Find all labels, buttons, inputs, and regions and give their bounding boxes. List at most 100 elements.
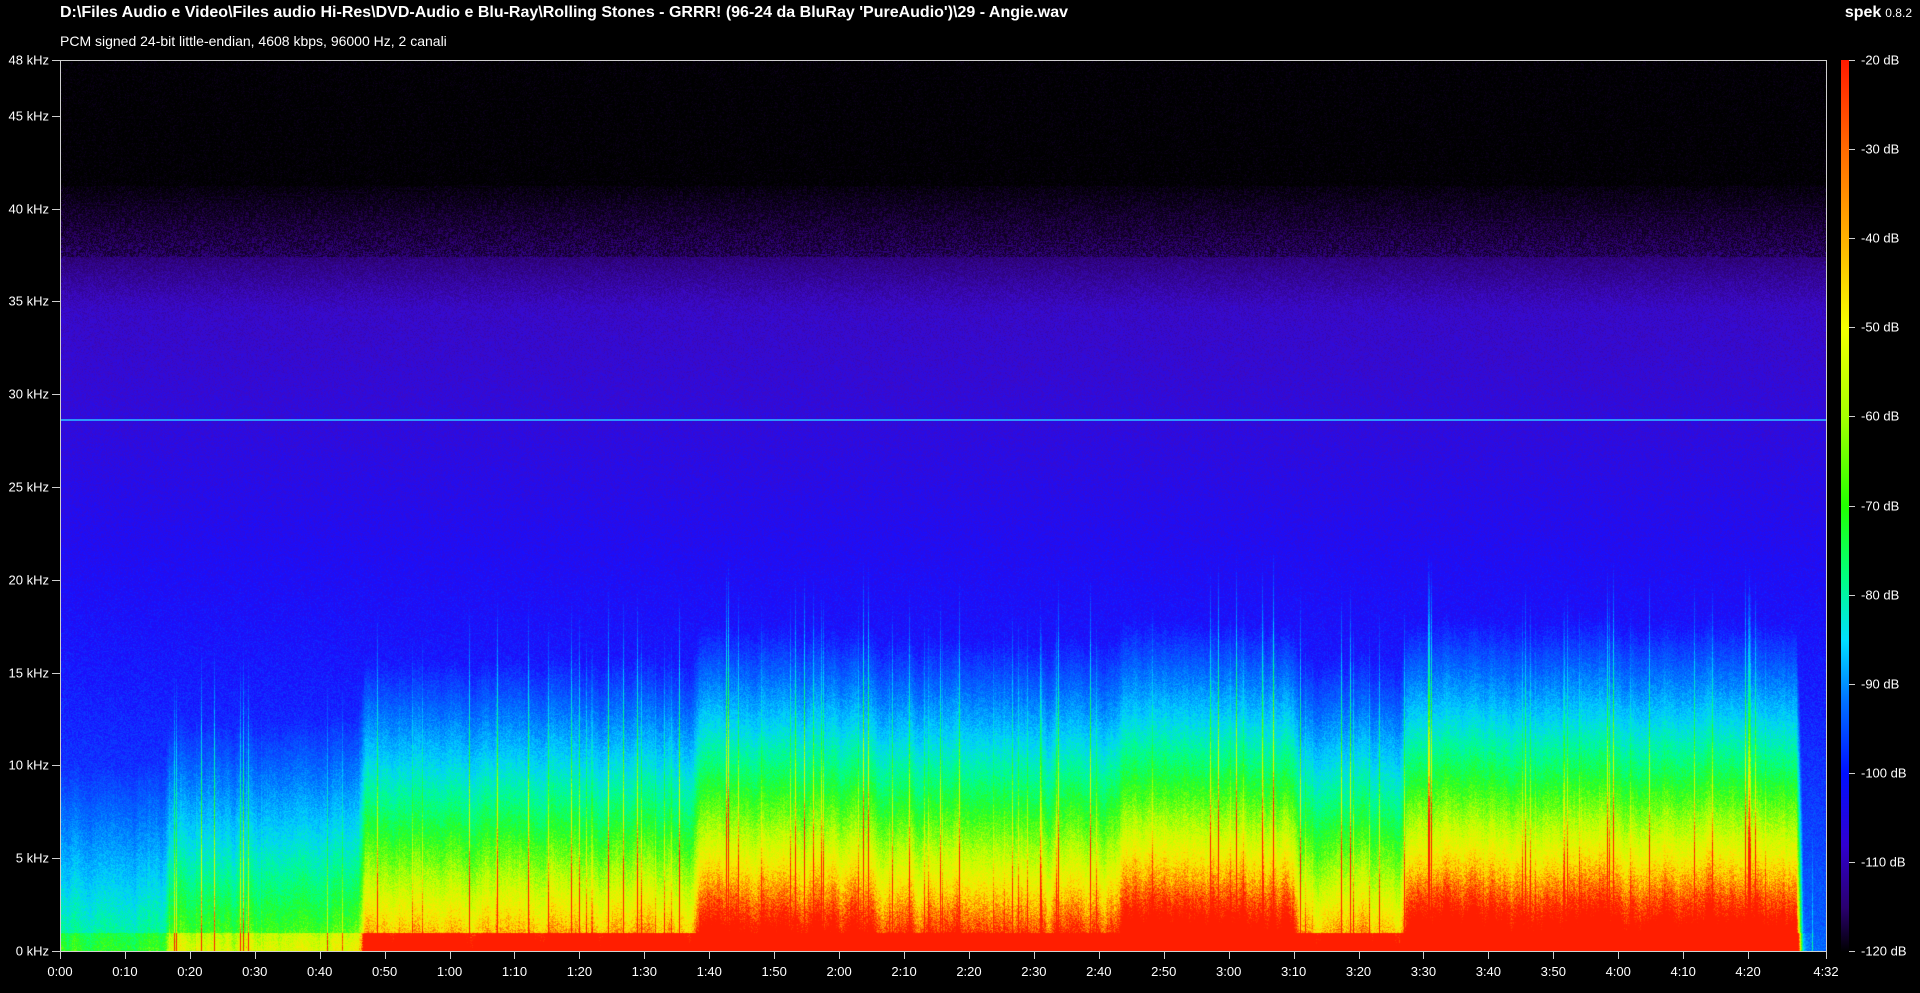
time-tick (839, 952, 840, 959)
frequency-tick (52, 765, 60, 766)
time-tick-label: 4:00 (1605, 964, 1631, 979)
time-tick-label: 0:30 (242, 964, 268, 979)
frequency-tick (52, 487, 60, 488)
db-tick-label: -60 dB (1861, 408, 1900, 424)
time-tick (1553, 952, 1554, 959)
time-tick (969, 952, 970, 959)
file-path-title: D:\Files Audio e Video\Files audio Hi-Re… (60, 4, 1069, 21)
time-tick-label: 2:00 (826, 964, 852, 979)
time-tick-label: 3:40 (1475, 964, 1502, 979)
time-tick (1359, 952, 1360, 959)
time-tick-label: 0:50 (371, 964, 398, 979)
db-tick (1849, 416, 1855, 417)
frequency-tick (52, 60, 60, 61)
frequency-tick (52, 301, 60, 302)
time-tick-label: 1:40 (696, 964, 722, 979)
time-tick (774, 952, 775, 959)
spectrogram-canvas (61, 61, 1826, 951)
time-tick (190, 952, 191, 959)
tone-line (61, 418, 1826, 421)
frequency-tick-label: 35 kHz (8, 293, 49, 309)
time-tick (709, 952, 710, 959)
frequency-tick (52, 394, 60, 395)
app-name-label: spek (1844, 4, 1882, 21)
time-tick (1099, 952, 1100, 959)
frequency-tick (52, 673, 60, 674)
time-tick (579, 952, 580, 959)
time-tick (1423, 952, 1424, 959)
time-tick-label: 4:20 (1735, 964, 1761, 979)
time-tick (644, 952, 645, 959)
frequency-tick (52, 858, 60, 859)
time-tick-label: 0:40 (307, 964, 333, 979)
time-tick (1748, 952, 1749, 959)
db-tick (1849, 506, 1855, 507)
time-tick-label: 3:50 (1540, 964, 1566, 979)
app-name: spek 0.8.2 (1845, 4, 1912, 22)
time-tick-label: 2:20 (956, 964, 982, 979)
frequency-tick (52, 116, 60, 117)
time-tick (904, 952, 905, 959)
frequency-tick-label: 20 kHz (8, 572, 49, 588)
frequency-tick-label: 0 kHz (15, 943, 49, 959)
spectrogram-view[interactable] (60, 60, 1827, 952)
time-tick (1826, 952, 1827, 959)
db-tick (1849, 862, 1855, 863)
db-tick (1849, 951, 1855, 952)
time-tick-label: 0:00 (47, 964, 73, 979)
frequency-tick (52, 209, 60, 210)
stream-info: PCM signed 24-bit little-endian, 4608 kb… (60, 33, 447, 49)
time-tick-label: 0:20 (177, 964, 203, 979)
frequency-tick-label: 15 kHz (8, 665, 49, 681)
db-tick-label: -70 dB (1861, 498, 1900, 513)
db-tick (1849, 327, 1855, 328)
time-tick (255, 952, 256, 959)
time-tick-label: 1:30 (631, 964, 657, 979)
db-tick-label: -90 dB (1861, 676, 1900, 692)
db-tick (1849, 60, 1855, 61)
frequency-tick-label: 5 kHz (15, 850, 49, 866)
time-tick-label: 2:40 (1086, 964, 1112, 979)
db-tick-label: -80 dB (1861, 587, 1900, 603)
db-tick (1849, 238, 1855, 239)
db-tick-label: -20 dB (1861, 52, 1900, 68)
time-tick (450, 952, 451, 959)
db-tick-label: -110 dB (1861, 854, 1906, 870)
db-tick-label: -100 dB (1861, 765, 1907, 781)
frequency-tick-label: 30 kHz (8, 386, 49, 402)
time-tick (125, 952, 126, 959)
frequency-tick-label: 25 kHz (8, 479, 49, 495)
frequency-tick-label: 40 kHz (8, 201, 49, 216)
time-tick-label: 0:10 (112, 964, 138, 979)
frequency-tick-label: 45 kHz (8, 108, 49, 124)
app-version: 0.8.2 (1885, 6, 1912, 20)
frequency-tick-label: 10 kHz (8, 757, 49, 773)
db-tick-label: -120 dB (1861, 943, 1907, 959)
time-tick-label: 3:10 (1280, 964, 1307, 979)
db-tick-label: -40 dB (1861, 230, 1900, 246)
time-tick-label: 3:20 (1345, 964, 1372, 979)
time-tick-label: 3:00 (1216, 964, 1242, 979)
time-tick-label: 3:30 (1410, 964, 1437, 979)
time-tick (1618, 952, 1619, 959)
time-tick (60, 952, 61, 959)
time-tick-label: 1:20 (566, 964, 593, 979)
time-tick-label: 4:10 (1670, 964, 1696, 979)
time-tick-label: 2:10 (891, 964, 917, 979)
db-tick-label: -50 dB (1861, 319, 1900, 335)
time-tick (1164, 952, 1165, 959)
time-tick-label: 2:30 (1021, 964, 1047, 979)
time-tick (320, 952, 321, 959)
frequency-tick (52, 951, 60, 952)
frequency-tick (52, 580, 60, 581)
time-tick (514, 952, 515, 959)
time-tick (385, 952, 386, 959)
db-tick (1849, 595, 1855, 596)
time-tick (1488, 952, 1489, 959)
time-tick-label: 2:50 (1151, 964, 1177, 979)
time-tick (1229, 952, 1230, 959)
time-tick-label: 1:50 (761, 964, 787, 979)
time-tick-label: 1:00 (436, 964, 463, 979)
time-tick-label: 1:10 (501, 964, 528, 979)
time-tick-label: 4:32 (1813, 964, 1839, 979)
